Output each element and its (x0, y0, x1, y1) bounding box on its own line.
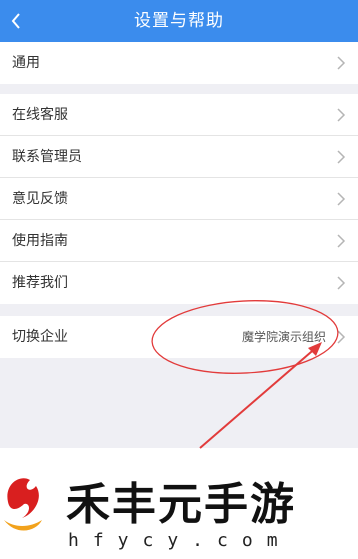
chevron-right-icon (337, 192, 346, 206)
menu-item-label: 意见反馈 (12, 191, 68, 207)
menu-item-label: 在线客服 (12, 107, 68, 123)
page-title: 设置与帮助 (134, 11, 224, 31)
menu-item-label: 通用 (12, 55, 40, 71)
watermark-title: 禾丰元手游 (66, 479, 296, 530)
chevron-right-icon (337, 276, 346, 290)
empty-area (0, 360, 358, 450)
watermark-url: hfycy.com (68, 530, 292, 551)
settings-group-company: 切换企业 魔学院演示组织 (0, 316, 358, 358)
chevron-right-icon (337, 234, 346, 248)
chevron-right-icon (337, 56, 346, 70)
flame-logo-icon (4, 478, 42, 531)
settings-group-help: 在线客服 联系管理员 意见反馈 使用指南 推荐我们 (0, 94, 358, 304)
current-company-value: 魔学院演示组织 (241, 330, 326, 344)
chevron-right-icon (337, 108, 346, 122)
menu-item-general[interactable]: 通用 (0, 42, 358, 84)
chevron-right-icon (337, 150, 346, 164)
site-watermark: 禾丰元手游 hfycy.com (0, 448, 358, 559)
menu-item-recommend[interactable]: 推荐我们 (0, 262, 358, 304)
menu-item-user-guide[interactable]: 使用指南 (0, 220, 358, 262)
menu-item-label: 切换企业 (12, 329, 68, 345)
menu-item-label: 联系管理员 (12, 149, 82, 165)
menu-item-label: 使用指南 (12, 233, 68, 249)
menu-item-feedback[interactable]: 意见反馈 (0, 178, 358, 220)
menu-item-label: 推荐我们 (12, 275, 68, 291)
settings-group-general: 通用 (0, 42, 358, 84)
menu-item-contact-admin[interactable]: 联系管理员 (0, 136, 358, 178)
menu-item-switch-company[interactable]: 切换企业 魔学院演示组织 (0, 316, 358, 358)
menu-item-online-service[interactable]: 在线客服 (0, 94, 358, 136)
chevron-right-icon (337, 330, 346, 344)
app-header: 设置与帮助 (0, 0, 358, 42)
